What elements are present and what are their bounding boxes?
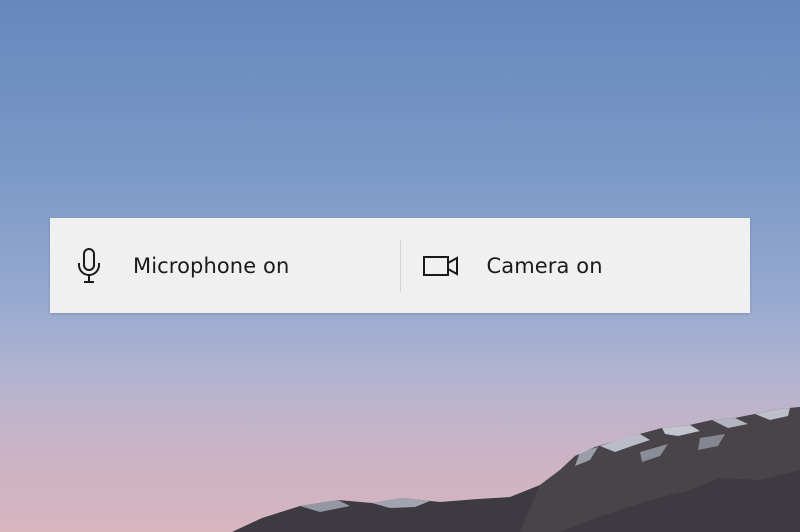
camera-icon xyxy=(421,246,461,286)
microphone-status[interactable]: Microphone on xyxy=(50,218,400,313)
camera-status[interactable]: Camera on xyxy=(401,218,751,313)
camera-status-label: Camera on xyxy=(486,253,603,278)
microphone-status-label: Microphone on xyxy=(133,253,290,278)
camera-microphone-status-toast: Microphone on Camera on xyxy=(50,218,750,313)
microphone-icon xyxy=(69,246,109,286)
desktop-background: Microphone on Camera on xyxy=(0,0,800,532)
